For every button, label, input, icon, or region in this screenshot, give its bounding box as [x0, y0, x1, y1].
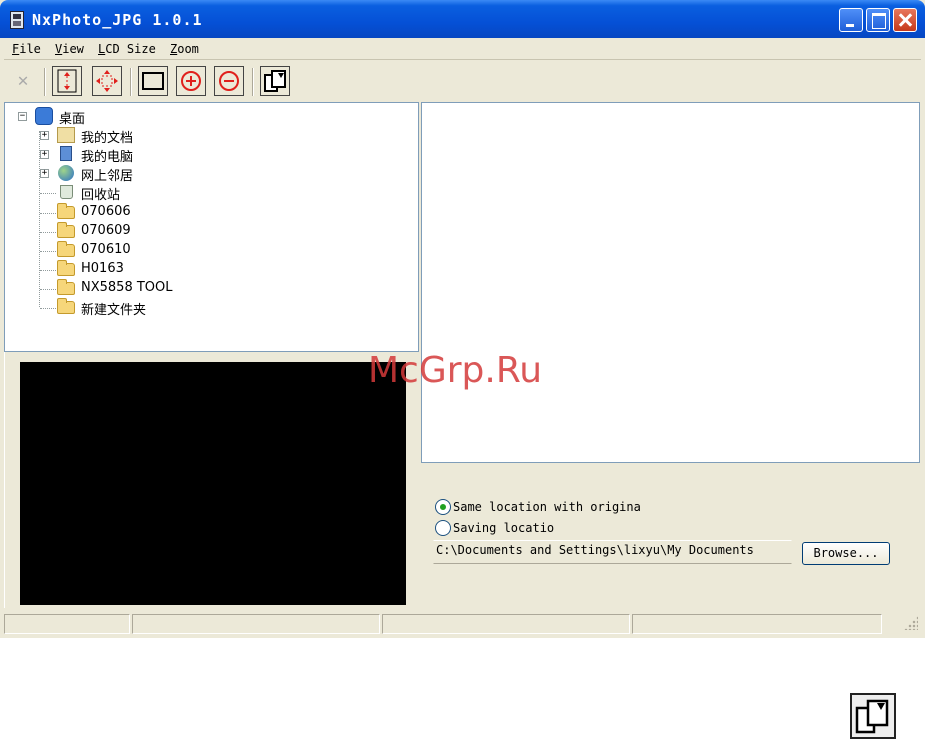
status-bar	[4, 610, 921, 634]
saving-location-radio[interactable]	[435, 520, 451, 536]
tree-line	[40, 232, 56, 233]
desktop-icon	[35, 107, 53, 125]
app-window: NxPhoto_JPG 1.0.1 File View LCD Size Zoo…	[0, 0, 925, 638]
my-computer-icon	[60, 146, 72, 161]
tree-item-label: 网上邻居	[81, 169, 134, 184]
tree-item-label: 桌面	[59, 112, 86, 127]
expand-icon[interactable]: +	[40, 150, 49, 159]
full-frame-icon[interactable]	[138, 66, 168, 96]
folder-icon	[57, 298, 75, 314]
tree-item-label: 我的文档	[81, 131, 134, 146]
tree-line	[40, 193, 56, 194]
status-cell	[382, 614, 630, 634]
menu-view[interactable]: View	[55, 42, 84, 56]
watermark: McGrp.Ru	[368, 350, 543, 391]
network-icon	[58, 165, 74, 181]
browse-button[interactable]: Browse...	[802, 542, 890, 565]
rotate-copy-icon	[850, 693, 896, 739]
toolbar-separator	[252, 68, 254, 96]
status-cell	[632, 614, 882, 634]
rotate-copy-icon[interactable]	[260, 66, 290, 96]
maximize-button[interactable]	[866, 8, 890, 32]
zoom-in-icon[interactable]	[176, 66, 206, 96]
toolbar-separator	[130, 68, 132, 96]
tree-item-label: 我的电脑	[81, 150, 134, 165]
my-documents-icon	[57, 127, 75, 143]
collapse-icon[interactable]: −	[18, 112, 27, 121]
close-icon[interactable]: ✕	[8, 66, 38, 96]
fit-all-icon[interactable]	[92, 66, 122, 96]
folder-icon	[57, 203, 75, 219]
save-path-field[interactable]: C:\Documents and Settings\lixyu\My Docum…	[433, 540, 792, 564]
same-location-label: Same location with origina	[453, 500, 641, 514]
fit-height-icon[interactable]	[52, 66, 82, 96]
tree-item-label: 070606	[81, 204, 131, 219]
folder-icon	[57, 222, 75, 238]
tree-item-label: 070610	[81, 242, 131, 257]
folder-icon	[57, 241, 75, 257]
tree-line	[40, 289, 56, 290]
folder-icon	[57, 279, 75, 295]
recycle-bin-icon	[60, 185, 73, 199]
saving-location-label: Saving locatio	[453, 521, 555, 535]
menu-zoom[interactable]: Zoom	[170, 42, 199, 56]
zoom-out-icon[interactable]	[214, 66, 244, 96]
window-title: NxPhoto_JPG 1.0.1	[32, 11, 203, 29]
status-cell	[4, 614, 130, 634]
expand-icon[interactable]: +	[40, 131, 49, 140]
folder-tree[interactable]: − 桌面 + 我的文档 + 我的电脑 + 网上邻居 回收站 070606 070…	[4, 102, 419, 352]
tree-line	[40, 213, 56, 214]
minimize-button[interactable]	[839, 8, 863, 32]
tree-line	[40, 308, 56, 309]
toolbar-separator	[44, 68, 46, 96]
tree-line	[40, 270, 56, 271]
tree-item-label: 070609	[81, 223, 131, 238]
tree-item-label: H0163	[81, 261, 124, 276]
expand-icon[interactable]: +	[40, 169, 49, 178]
menu-file[interactable]: File	[12, 42, 41, 56]
menu-bar: File View LCD Size Zoom	[4, 38, 921, 60]
folder-icon	[57, 260, 75, 276]
image-view[interactable]	[421, 102, 920, 463]
tree-item-label: 回收站	[81, 188, 121, 203]
tree-item-label: 新建文件夹	[81, 303, 147, 318]
lcd-preview-screen	[20, 362, 406, 605]
close-window-button[interactable]	[893, 8, 917, 32]
toolbar: ✕	[4, 62, 921, 100]
tree-line	[40, 251, 56, 252]
status-cell	[132, 614, 380, 634]
menu-lcd-size[interactable]: LCD Size	[98, 42, 156, 56]
tree-item-label: NX5858 TOOL	[81, 280, 173, 295]
app-icon	[10, 11, 24, 29]
same-location-radio[interactable]	[435, 499, 451, 515]
title-bar[interactable]: NxPhoto_JPG 1.0.1	[0, 0, 925, 38]
